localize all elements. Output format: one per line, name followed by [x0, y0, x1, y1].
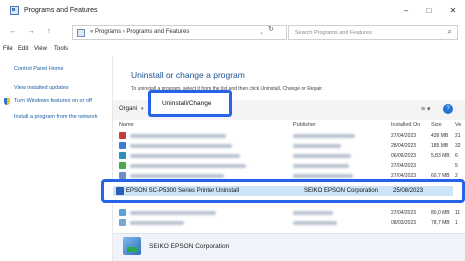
details-publisher: SEIKO EPSON Corporation	[149, 243, 230, 250]
table-row[interactable]: 06/06/2023 5,83 MB 6	[113, 151, 465, 161]
table-row[interactable]: 28/04/2023 185 MB 32	[113, 141, 465, 151]
organize-button[interactable]: Organi	[119, 106, 137, 112]
program-icon	[119, 152, 126, 159]
publisher-redacted	[293, 211, 333, 215]
search-icon[interactable]: ⌕	[448, 27, 452, 37]
uninstall-change-label: Uninstall/Change	[162, 100, 212, 107]
help-icon[interactable]: ?	[443, 104, 453, 114]
selected-program-name: EPSON SC-P5300 Series Printer Uninstall	[126, 188, 240, 194]
selected-program-date: 25/08/2023	[393, 188, 424, 194]
forward-button[interactable]: →	[26, 27, 36, 37]
sidebar-link-install-from-network[interactable]: Install a program from the network	[14, 114, 104, 121]
uninstall-change-button[interactable]: Uninstall/Change	[148, 90, 232, 117]
program-version: 11	[455, 210, 461, 216]
selected-program-row[interactable]: EPSON SC-P5300 Series Printer Uninstall …	[101, 179, 465, 203]
publisher-redacted	[293, 154, 351, 158]
publisher-redacted	[293, 174, 353, 178]
program-version: 5	[455, 163, 458, 169]
refresh-button[interactable]: ↻	[268, 25, 274, 33]
menu-view[interactable]: View	[34, 46, 47, 52]
program-icon	[119, 162, 126, 169]
program-version: 32	[455, 143, 461, 149]
program-version: 21	[455, 133, 461, 139]
column-installed-on[interactable]: Installed On	[391, 122, 420, 128]
maximize-button[interactable]: □	[422, 5, 436, 17]
table-row[interactable]: 27/04/2023 5	[113, 161, 465, 171]
close-button[interactable]: ✕	[446, 5, 460, 17]
program-name-redacted	[130, 221, 184, 225]
table-row[interactable]: 27/04/2023 439 MB 21	[113, 131, 465, 141]
installed-date: 27/04/2023	[391, 210, 417, 216]
table-row[interactable]: 27/04/2023 80,0 MB 11	[113, 208, 465, 218]
column-name[interactable]: Name	[119, 122, 134, 128]
chevron-down-icon[interactable]: ⌄	[259, 29, 264, 36]
sidebar-link-control-panel-home[interactable]: Control Panel Home	[14, 66, 64, 73]
publisher-redacted	[293, 221, 337, 225]
program-version: 6	[455, 153, 458, 159]
up-button[interactable]: ↑	[44, 27, 54, 37]
column-size[interactable]: Size	[431, 122, 442, 128]
program-name-redacted	[130, 134, 226, 138]
sidebar-link-windows-features[interactable]: Turn Windows features on or off	[14, 98, 102, 105]
program-icon	[119, 219, 126, 226]
program-version: 1	[455, 220, 458, 226]
program-icon	[119, 132, 126, 139]
program-size: 5,83 MB	[431, 153, 450, 159]
window-title: Programs and Features	[24, 7, 98, 14]
search-placeholder: Search Programs and Features	[295, 30, 372, 36]
installed-date: 27/04/2023	[391, 133, 417, 139]
control-panel-icon	[10, 6, 19, 15]
installed-date: 28/04/2023	[391, 143, 417, 149]
menu-bar: File Edit View Tools	[0, 43, 465, 56]
title-bar: Programs and Features – □ ✕	[0, 0, 465, 22]
program-size: 439 MB	[431, 133, 449, 139]
minimize-button[interactable]: –	[399, 5, 413, 17]
sidebar-link-installed-updates[interactable]: View installed updates	[14, 85, 69, 92]
program-icon	[119, 172, 126, 179]
view-options-button[interactable]: ≡ ▾	[421, 105, 431, 113]
page-title: Uninstall or change a program	[131, 70, 245, 80]
program-name-redacted	[130, 174, 224, 178]
menu-edit[interactable]: Edit	[18, 46, 28, 52]
sidebar: Control Panel Home View installed update…	[0, 56, 113, 261]
publisher-redacted	[293, 134, 355, 138]
program-icon	[119, 209, 126, 216]
menu-file[interactable]: File	[3, 46, 13, 52]
installed-date: 08/03/2023	[391, 220, 417, 226]
menu-tools[interactable]: Tools	[54, 46, 68, 52]
selected-program-publisher: SEIKO EPSON Corporation	[304, 188, 379, 194]
column-publisher[interactable]: Publisher	[293, 122, 316, 128]
breadcrumb[interactable]: « Programs › Programs and Features	[90, 29, 189, 35]
table-row[interactable]: 08/03/2023 78,7 MB 1	[113, 218, 465, 228]
main-pane: Uninstall or change a program To uninsta…	[113, 56, 465, 261]
details-pane: SEIKO EPSON Corporation	[113, 233, 465, 261]
program-icon	[119, 142, 126, 149]
program-name-redacted	[130, 164, 246, 168]
publisher-redacted	[293, 164, 349, 168]
folder-icon	[77, 29, 85, 37]
search-input[interactable]: Search Programs and Features ⌕	[288, 25, 458, 40]
shield-icon	[4, 98, 10, 105]
address-field[interactable]: « Programs › Programs and Features ⌄	[72, 25, 287, 40]
back-button[interactable]: ←	[8, 27, 18, 37]
column-version[interactable]: Ve	[455, 122, 461, 128]
program-size: 80,0 MB	[431, 210, 450, 216]
program-size: 78,7 MB	[431, 220, 450, 226]
address-bar: ← → ↑ « Programs › Programs and Features…	[0, 22, 465, 43]
publisher-redacted	[293, 144, 341, 148]
command-bar: Organi ▾ Uninstall/Change ≡ ▾ ?	[113, 90, 465, 120]
installer-icon	[123, 237, 141, 255]
program-size: 185 MB	[431, 143, 449, 149]
program-name-redacted	[130, 154, 240, 158]
printer-icon	[116, 187, 124, 195]
organize-chevron-icon[interactable]: ▾	[141, 106, 144, 112]
program-name-redacted	[130, 144, 232, 148]
program-name-redacted	[130, 211, 216, 215]
installed-date: 27/04/2023	[391, 163, 417, 169]
installed-date: 06/06/2023	[391, 153, 417, 159]
